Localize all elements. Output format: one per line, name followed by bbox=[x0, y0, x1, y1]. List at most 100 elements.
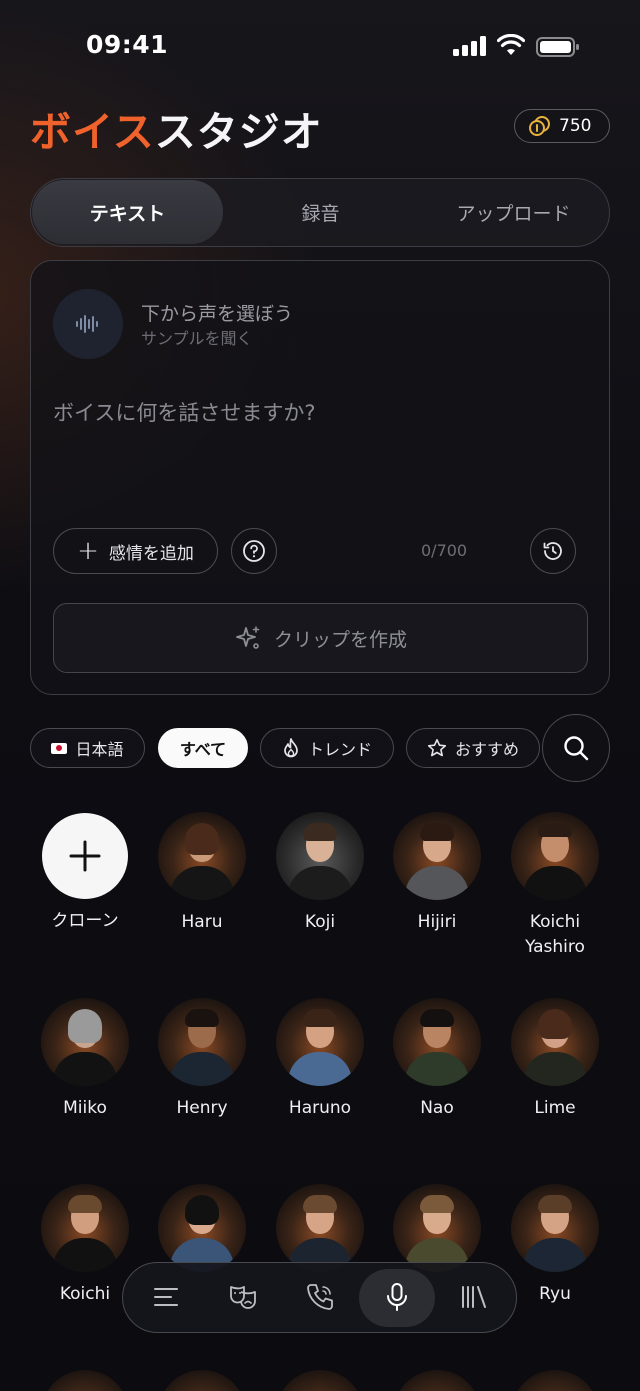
voice-card bbox=[500, 1370, 610, 1391]
voice-card[interactable]: Haru bbox=[147, 812, 257, 935]
waveform-icon bbox=[76, 315, 98, 333]
voice-card bbox=[265, 1370, 375, 1391]
nav-calls[interactable] bbox=[282, 1263, 358, 1331]
voice-name: Miiko bbox=[63, 1098, 107, 1118]
language-filter-chip[interactable]: 日本語 bbox=[30, 728, 145, 768]
nav-library[interactable] bbox=[436, 1263, 512, 1331]
tab-upload[interactable]: アップロード bbox=[417, 179, 610, 245]
voice-card[interactable]: Lime bbox=[500, 998, 610, 1121]
voice-select-title: 下から声を選ぼう bbox=[141, 303, 294, 325]
filter-trending-label: トレンド bbox=[307, 740, 372, 759]
voice-name: Nao bbox=[420, 1098, 454, 1118]
title-rest: スタジオ bbox=[154, 108, 323, 156]
avatar bbox=[393, 812, 481, 900]
credits-badge[interactable]: 750 bbox=[514, 109, 610, 143]
status-time: 09:41 bbox=[86, 30, 169, 59]
avatar bbox=[41, 1370, 129, 1391]
voice-name: クローン bbox=[51, 911, 119, 931]
page-title: ボイススタジオ bbox=[30, 98, 323, 158]
avatar bbox=[511, 1184, 599, 1272]
microphone-icon bbox=[387, 1283, 407, 1311]
voice-card[interactable]: Koichi Yashiro bbox=[500, 812, 610, 960]
voice-name: Henry bbox=[176, 1098, 228, 1118]
phone-icon bbox=[307, 1284, 333, 1310]
voice-card[interactable]: Henry bbox=[147, 998, 257, 1121]
add-emotion-button[interactable]: + 感情を追加 bbox=[53, 528, 218, 574]
voice-name: Haru bbox=[181, 912, 223, 932]
status-bar: 09:41 bbox=[0, 0, 640, 90]
plus-icon: + bbox=[77, 536, 99, 566]
menu-icon bbox=[154, 1288, 178, 1306]
voice-preview-button[interactable] bbox=[53, 289, 123, 359]
create-clip-label: クリップを作成 bbox=[273, 628, 407, 651]
coins-icon bbox=[529, 116, 550, 136]
question-icon bbox=[243, 540, 265, 562]
nav-voice[interactable] bbox=[359, 1263, 435, 1331]
battery-icon bbox=[536, 37, 579, 57]
voice-card[interactable]: Hijiri bbox=[382, 812, 492, 935]
credits-count: 750 bbox=[559, 116, 592, 136]
avatar bbox=[158, 812, 246, 900]
voice-card bbox=[147, 1184, 257, 1272]
composer-card: 下から声を選ぼう サンプルを聞く ボイスに何を話させますか? + 感情を追加 0… bbox=[30, 260, 610, 695]
avatar bbox=[41, 1184, 129, 1272]
search-button[interactable] bbox=[542, 714, 610, 782]
star-icon bbox=[427, 739, 447, 757]
script-input[interactable]: ボイスに何を話させますか? bbox=[53, 397, 316, 427]
voice-name: Haruno bbox=[288, 1098, 352, 1118]
language-filter-label: 日本語 bbox=[75, 740, 124, 759]
plus-icon bbox=[69, 840, 101, 872]
avatar bbox=[276, 812, 364, 900]
history-icon bbox=[543, 542, 562, 560]
avatar bbox=[41, 998, 129, 1086]
avatar bbox=[276, 998, 364, 1086]
voice-sample-link[interactable]: サンプルを聞く bbox=[141, 325, 253, 349]
filter-trending-chip[interactable]: トレンド bbox=[260, 728, 394, 768]
voice-name: Koji bbox=[304, 912, 336, 932]
cellular-signal-icon bbox=[453, 36, 486, 56]
voice-card[interactable]: Miiko bbox=[30, 998, 140, 1121]
clone-voice-button[interactable] bbox=[42, 813, 128, 899]
voice-name: Hijiri bbox=[417, 912, 457, 932]
voice-name: Lime bbox=[534, 1098, 576, 1118]
avatar bbox=[158, 1184, 246, 1272]
filter-recommended-label: おすすめ bbox=[454, 740, 519, 759]
help-button[interactable] bbox=[231, 528, 277, 574]
tab-record[interactable]: 録音 bbox=[224, 179, 417, 245]
filter-recommended-chip[interactable]: おすすめ bbox=[406, 728, 540, 768]
voice-card bbox=[382, 1370, 492, 1391]
library-icon bbox=[462, 1286, 486, 1308]
masks-icon bbox=[230, 1286, 256, 1309]
voice-card bbox=[147, 1370, 257, 1391]
history-button[interactable] bbox=[530, 528, 576, 574]
mode-tabs: テキスト 録音 アップロード bbox=[30, 178, 610, 247]
search-icon bbox=[564, 736, 589, 761]
avatar bbox=[393, 1370, 481, 1391]
tab-text[interactable]: テキスト bbox=[32, 180, 223, 244]
avatar bbox=[511, 998, 599, 1086]
voice-card bbox=[30, 1370, 140, 1391]
wifi-icon bbox=[497, 34, 525, 55]
voice-card bbox=[265, 1184, 375, 1272]
nav-menu[interactable] bbox=[128, 1263, 204, 1331]
voice-card[interactable]: Haruno bbox=[265, 998, 375, 1121]
voice-name: Koichi Yashiro bbox=[525, 912, 585, 957]
voice-card[interactable]: Ryu bbox=[500, 1184, 610, 1307]
japan-flag-icon bbox=[51, 742, 68, 754]
sparkle-icon bbox=[236, 626, 260, 649]
filter-all-chip[interactable]: すべて bbox=[158, 728, 248, 768]
fire-icon bbox=[284, 738, 298, 758]
bottom-nav bbox=[122, 1262, 517, 1333]
avatar bbox=[276, 1370, 364, 1391]
voice-card[interactable]: Koji bbox=[265, 812, 375, 935]
add-emotion-label: 感情を追加 bbox=[108, 543, 194, 564]
nav-characters[interactable] bbox=[205, 1263, 281, 1331]
title-accent: ボイス bbox=[30, 108, 155, 156]
create-clip-button[interactable]: クリップを作成 bbox=[53, 603, 588, 673]
voice-card bbox=[382, 1184, 492, 1272]
voice-card[interactable]: Nao bbox=[382, 998, 492, 1121]
voice-clone[interactable]: クローン bbox=[30, 813, 140, 934]
avatar bbox=[511, 812, 599, 900]
avatar bbox=[276, 1184, 364, 1272]
character-counter: 0/700 bbox=[421, 541, 468, 560]
